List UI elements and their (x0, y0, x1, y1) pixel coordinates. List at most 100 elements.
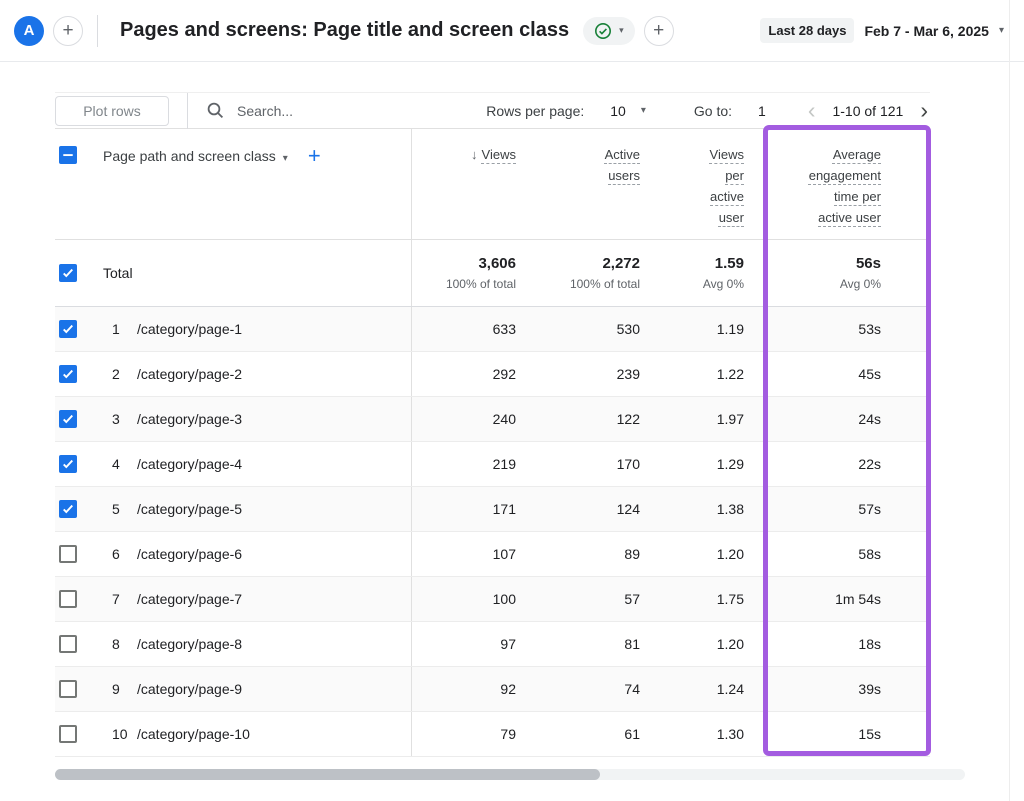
metric-cell-active-users: 122 (522, 397, 646, 441)
table-row[interactable]: 7/category/page-7100571.751m 54s (55, 577, 930, 622)
caret-down-icon: ▾ (619, 26, 624, 35)
total-value: 1.59 (715, 255, 744, 272)
table-row[interactable]: 8/category/page-897811.2018s (55, 622, 930, 667)
table-toolbar: Plot rows Rows per page: 10 ▾ Go to: 1 ‹… (55, 92, 930, 129)
plus-icon: + (62, 21, 73, 40)
table-row[interactable]: 3/category/page-32401221.9724s (55, 397, 930, 442)
metric-cell-active-users: 239 (522, 352, 646, 396)
metric-cell-avg-engagement-time: 39s (750, 667, 930, 711)
table-row[interactable]: 10/category/page-1079611.3015s (55, 712, 930, 757)
table-row[interactable]: 5/category/page-51711241.3857s (55, 487, 930, 532)
horizontal-scrollbar[interactable] (55, 769, 965, 780)
page-path-cell: /category/page-4 (137, 442, 412, 486)
metric-cell-views: 79 (412, 712, 522, 756)
rows-per-page-select[interactable]: 10 (610, 103, 626, 119)
total-label: Total (103, 240, 412, 306)
select-all-checkbox[interactable] (59, 146, 77, 164)
select-all-cell (55, 129, 103, 239)
metric-cell-views-per-active-user: 1.97 (646, 397, 750, 441)
total-row-checkbox[interactable] (59, 264, 77, 282)
metric-cell-views: 97 (412, 622, 522, 666)
row-checkbox[interactable] (59, 500, 77, 518)
caret-down-icon: ▾ (283, 154, 288, 164)
row-checkbox[interactable] (59, 680, 77, 698)
table-row[interactable]: 4/category/page-42191701.2922s (55, 442, 930, 487)
total-subvalue: Avg 0% (840, 277, 881, 291)
page-path-cell: /category/page-10 (137, 712, 412, 756)
plot-rows-button[interactable]: Plot rows (55, 96, 169, 126)
row-checkbox[interactable] (59, 410, 77, 428)
add-button[interactable]: + (644, 16, 674, 46)
caret-down-icon: ▾ (999, 26, 1004, 36)
metric-cell-active-users: 81 (522, 622, 646, 666)
table-row[interactable]: 6/category/page-6107891.2058s (55, 532, 930, 577)
top-bar: A + Pages and screens: Page title and sc… (0, 0, 1024, 62)
metric-cell-avg-engagement-time: 1m 54s (750, 577, 930, 621)
total-metric-active-users: 2,272100% of total (522, 240, 646, 306)
sort-desc-icon: ↓ (471, 144, 478, 165)
metric-cell-views-per-active-user: 1.20 (646, 532, 750, 576)
page-path-cell: /category/page-2 (137, 352, 412, 396)
metric-cell-views: 292 (412, 352, 522, 396)
row-select-cell (55, 397, 103, 441)
column-header-label: Views (482, 147, 516, 162)
row-number: 4 (103, 442, 137, 486)
caret-down-icon[interactable]: ▾ (641, 106, 646, 116)
metric-cell-views-per-active-user: 1.38 (646, 487, 750, 531)
row-checkbox[interactable] (59, 590, 77, 608)
table-row[interactable]: 2/category/page-22922391.2245s (55, 352, 930, 397)
column-header-active-users[interactable]: Active users (522, 129, 646, 239)
divider (187, 93, 188, 129)
row-number: 5 (103, 487, 137, 531)
column-header-views-per-active-user[interactable]: Views per active user (646, 129, 750, 239)
metric-cell-avg-engagement-time: 18s (750, 622, 930, 666)
total-metric-views-per-active-user: 1.59Avg 0% (646, 240, 750, 306)
pagination-range: 1-10 of 121 (832, 103, 903, 119)
column-header-label: Active users (605, 147, 640, 183)
metric-cell-views-per-active-user: 1.24 (646, 667, 750, 711)
table-body: 1/category/page-16335301.1953s2/category… (55, 307, 930, 757)
next-page-icon[interactable]: › (918, 99, 930, 122)
metric-cell-views: 107 (412, 532, 522, 576)
metric-cell-avg-engagement-time: 24s (750, 397, 930, 441)
total-metric-avg-engagement-time: 56sAvg 0% (750, 240, 930, 306)
date-range-picker[interactable]: Last 28 days Feb 7 - Mar 6, 2025 ▾ (760, 18, 1004, 43)
row-checkbox[interactable] (59, 365, 77, 383)
row-checkbox[interactable] (59, 545, 77, 563)
metric-cell-active-users: 89 (522, 532, 646, 576)
page-path-cell: /category/page-7 (137, 577, 412, 621)
dimension-header[interactable]: Page path and screen class ▾ + (103, 129, 412, 239)
metric-cell-views-per-active-user: 1.19 (646, 307, 750, 351)
row-checkbox[interactable] (59, 725, 77, 743)
report-status-dropdown[interactable]: ▾ (583, 17, 635, 45)
page-path-cell: /category/page-3 (137, 397, 412, 441)
row-select-cell (55, 622, 103, 666)
search-input[interactable] (235, 102, 389, 120)
date-range-label: Last 28 days (760, 18, 854, 43)
metric-cell-views: 633 (412, 307, 522, 351)
column-header-avg-engagement-time[interactable]: Average engagement time per active user (750, 129, 930, 239)
previous-page-icon[interactable]: ‹ (806, 99, 818, 122)
metric-cell-active-users: 124 (522, 487, 646, 531)
avatar[interactable]: A (14, 16, 44, 46)
row-checkbox[interactable] (59, 455, 77, 473)
add-comparison-button[interactable]: + (53, 16, 83, 46)
row-number: 3 (103, 397, 137, 441)
metric-cell-avg-engagement-time: 53s (750, 307, 930, 351)
column-header-label: Views per active user (710, 147, 744, 225)
page-title: Pages and screens: Page title and screen… (120, 19, 569, 42)
row-select-cell (55, 442, 103, 486)
metric-cell-active-users: 61 (522, 712, 646, 756)
total-select-cell (55, 240, 103, 306)
window-edge (1009, 0, 1010, 801)
column-header-views[interactable]: ↓ Views (412, 129, 522, 239)
go-to-input[interactable]: 1 (758, 103, 766, 119)
table-row[interactable]: 9/category/page-992741.2439s (55, 667, 930, 712)
metric-cell-views: 100 (412, 577, 522, 621)
add-dimension-button[interactable]: + (308, 143, 321, 169)
table-row[interactable]: 1/category/page-16335301.1953s (55, 307, 930, 352)
row-checkbox[interactable] (59, 320, 77, 338)
scrollbar-thumb[interactable] (55, 769, 600, 780)
page-path-cell: /category/page-1 (137, 307, 412, 351)
row-checkbox[interactable] (59, 635, 77, 653)
